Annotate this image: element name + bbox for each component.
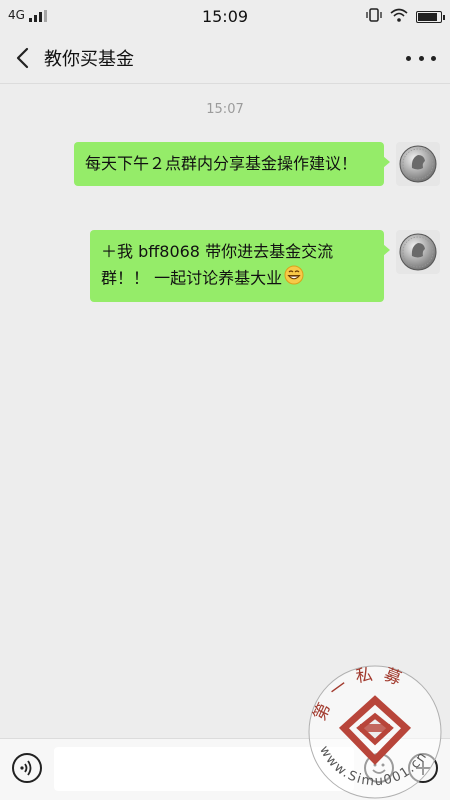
input-bar <box>0 738 450 800</box>
message-bubble[interactable]: 每天下午２点群内分享基金操作建议！ <box>74 142 390 186</box>
battery-icon <box>416 11 445 23</box>
wifi-icon <box>390 8 408 26</box>
avatar[interactable] <box>396 142 440 186</box>
emoji-button[interactable] <box>364 753 394 783</box>
nav-bar: 教你买基金 <box>0 32 450 84</box>
message-input[interactable] <box>54 747 354 791</box>
avatar-coin-image <box>399 233 437 271</box>
avatar-coin-image <box>399 145 437 183</box>
chat-title: 教你买基金 <box>44 49 134 70</box>
more-dot <box>418 55 424 61</box>
battery-fill <box>418 13 437 21</box>
more-button[interactable] <box>406 46 436 70</box>
message-text: 每天下午２点群内分享基金操作建议！ <box>85 154 358 173</box>
grin-emoji-icon <box>284 265 304 293</box>
chat-area[interactable]: 15:07 每天下午２点群内分享基金操作建议！ ＋我 bff8068 带你进去基… <box>0 84 450 738</box>
vibrate-icon <box>366 8 382 26</box>
more-dot <box>431 55 436 61</box>
voice-button[interactable] <box>12 753 42 783</box>
smile-icon <box>372 763 386 774</box>
more-dot <box>406 55 411 61</box>
message-bubble[interactable]: ＋我 bff8068 带你进去基金交流群！！ 一起讨论养基大业 <box>90 230 390 302</box>
status-bar: 4G 15:09 <box>0 0 450 32</box>
avatar[interactable] <box>396 230 440 274</box>
voice-icon <box>20 760 32 776</box>
plus-icon <box>416 761 430 775</box>
message-timestamp: 15:07 <box>206 102 244 117</box>
back-button[interactable] <box>8 42 36 74</box>
message-row: ＋我 bff8068 带你进去基金交流群！！ 一起讨论养基大业 <box>90 230 440 302</box>
plus-button[interactable] <box>408 753 438 783</box>
status-right <box>366 8 445 26</box>
message-row: 每天下午２点群内分享基金操作建议！ <box>74 142 440 186</box>
chevron-left-icon <box>16 47 29 69</box>
